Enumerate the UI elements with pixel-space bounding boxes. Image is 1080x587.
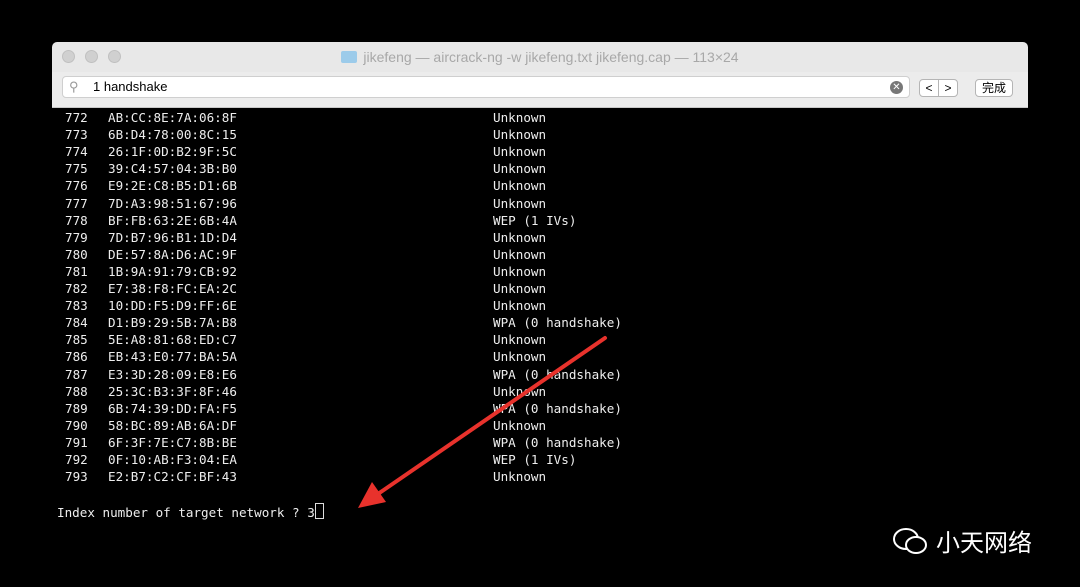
watermark-text: 小天网络 bbox=[936, 530, 1032, 557]
wechat-icon bbox=[893, 527, 927, 554]
red-arrow-annotation bbox=[358, 336, 607, 508]
watermark: 小天网络 bbox=[892, 523, 1032, 558]
